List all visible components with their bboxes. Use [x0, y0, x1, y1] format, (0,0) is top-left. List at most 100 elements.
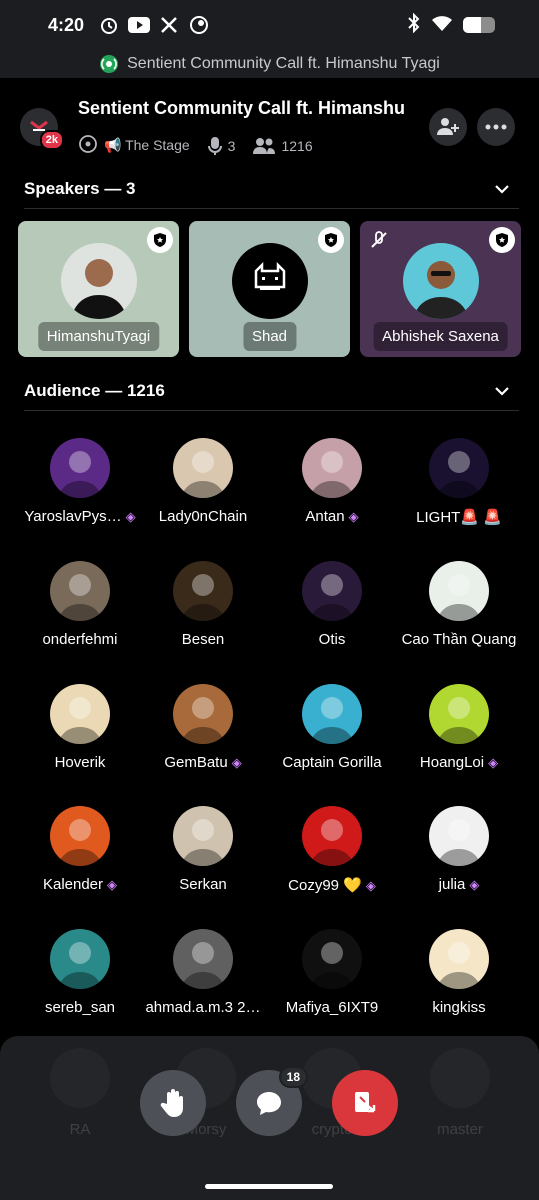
- audience-member[interactable]: Captain Gorilla: [267, 676, 397, 776]
- avatar: [173, 806, 233, 866]
- avatar: [429, 561, 489, 621]
- nitro-gem-icon: ◈: [107, 877, 118, 892]
- speaker-card[interactable]: HimanshuTyagi: [18, 221, 179, 357]
- people-icon: [253, 137, 276, 154]
- audience-name: julia ◈: [394, 876, 524, 893]
- audience-name: Kalender ◈: [15, 876, 145, 893]
- audience-name-text: onderfehmi: [42, 631, 118, 648]
- speakers-section-header[interactable]: Speakers — 3: [24, 169, 519, 209]
- audience-member[interactable]: Hoverik: [15, 676, 145, 776]
- audience-name: Antan ◈: [267, 508, 397, 525]
- audience-name-text: ahmad.a.m.3 2…: [145, 999, 261, 1016]
- audience-name: RA: [69, 1121, 91, 1138]
- audience-member[interactable]: Besen: [138, 553, 268, 653]
- stage-meta: 📢 The Stage 3 1216: [78, 134, 325, 157]
- speakers-title: Speakers — 3: [24, 178, 136, 198]
- avatar: [429, 929, 489, 989]
- audience-member[interactable]: Cozy99 💛 ◈: [267, 798, 397, 898]
- audience-name: Serkan: [138, 876, 268, 893]
- avatar: [429, 438, 489, 498]
- stage-server-avatar[interactable]: 2k: [20, 108, 64, 150]
- avatar: [302, 561, 362, 621]
- audience-name: sereb_san: [15, 999, 145, 1016]
- audience-name-text: julia: [438, 876, 466, 893]
- bottom-controls: RA Morsy crypto master 18: [0, 1036, 539, 1200]
- audience-member[interactable]: Serkan: [138, 798, 268, 898]
- audience-member[interactable]: ahmad.a.m.3 2…: [138, 921, 268, 1021]
- muted-mic-icon: [366, 227, 392, 253]
- speakers-grid: HimanshuTyagi Shad Abhishek Saxena: [18, 221, 521, 357]
- alarm-icon: [98, 14, 120, 36]
- youtube-icon: [128, 14, 151, 36]
- more-options-button[interactable]: [477, 108, 515, 146]
- audience-name-text: Kalender: [42, 876, 104, 893]
- audience-member[interactable]: YaroslavPys… ◈: [15, 430, 145, 530]
- audience-name-text: Antan: [305, 508, 345, 525]
- audience-member[interactable]: onderfehmi: [15, 553, 145, 653]
- avatar: [50, 438, 110, 498]
- nitro-gem-icon: ◈: [125, 509, 136, 524]
- audience-name: LIGHT🚨 🚨: [394, 508, 524, 526]
- avatar: [173, 561, 233, 621]
- audience-name-text: Lady0nChain: [158, 508, 248, 525]
- avatar: [50, 929, 110, 989]
- speaker-name: Shad: [242, 322, 297, 351]
- audience-member[interactable]: Kalender ◈: [15, 798, 145, 898]
- audience-member[interactable]: kingkiss: [394, 921, 524, 1021]
- ongoing-call-text: Sentient Community Call ft. Himanshu Tya…: [127, 55, 440, 72]
- audience-name-text: Cozy99 💛: [288, 877, 362, 894]
- chat-count-badge: 18: [278, 1066, 308, 1088]
- audience-name: Cozy99 💛 ◈: [267, 876, 397, 894]
- avatar: [173, 438, 233, 498]
- stage-header: 2k Sentient Community Call ft. Himanshu …: [0, 88, 539, 168]
- audience-name: onderfehmi: [15, 631, 145, 648]
- audience-member[interactable]: Otis: [267, 553, 397, 653]
- speaker-card[interactable]: Abhishek Saxena: [360, 221, 521, 357]
- steam-icon: [188, 14, 210, 36]
- audience-name: YaroslavPys… ◈: [15, 508, 145, 525]
- raise-hand-button[interactable]: [140, 1070, 206, 1136]
- chat-button[interactable]: 18: [236, 1066, 308, 1136]
- audience-name: Mafiya_6IXT9: [267, 999, 397, 1016]
- audience-member[interactable]: HoangLoi ◈: [394, 676, 524, 776]
- audience-name-text: Hoverik: [54, 754, 106, 771]
- audience-member[interactable]: GemBatu ◈: [138, 676, 268, 776]
- audience-name-text: GemBatu: [164, 754, 228, 771]
- audience-member[interactable]: julia ◈: [394, 798, 524, 898]
- moderator-shield-icon: [318, 227, 344, 253]
- more-icon: [485, 124, 507, 130]
- speaker-card[interactable]: Shad: [189, 221, 350, 357]
- nitro-gem-icon: ◈: [231, 755, 242, 770]
- stage-channel-name[interactable]: 📢 The Stage: [104, 137, 190, 154]
- audience-member[interactable]: Antan ◈: [267, 430, 397, 530]
- avatar: [429, 684, 489, 744]
- wifi-icon: [431, 14, 453, 37]
- audience-member[interactable]: Cao Thần Quang: [394, 553, 524, 653]
- audience-member[interactable]: LIGHT🚨 🚨: [394, 430, 524, 530]
- leave-stage-button[interactable]: [332, 1070, 398, 1136]
- nitro-gem-icon: ◈: [365, 878, 376, 893]
- audience-name: Cao Thần Quang: [394, 631, 524, 648]
- battery-icon: [463, 17, 495, 33]
- home-indicator[interactable]: [205, 1184, 333, 1189]
- audience-name-text: Captain Gorilla: [282, 754, 382, 771]
- avatar: [402, 243, 479, 319]
- avatar: [60, 243, 137, 319]
- avatar: [173, 684, 233, 744]
- avatar: [302, 806, 362, 866]
- audience-name-text: HoangLoi: [419, 754, 485, 771]
- status-bar: 4:20: [0, 0, 539, 50]
- chevron-down-icon: [495, 381, 509, 401]
- invite-button[interactable]: [429, 108, 467, 146]
- audience-name: Otis: [267, 631, 397, 648]
- ongoing-call-banner[interactable]: Sentient Community Call ft. Himanshu Tya…: [0, 50, 539, 78]
- audience-name-text: sereb_san: [44, 999, 116, 1016]
- audience-name-text: YaroslavPys…: [24, 508, 122, 525]
- audience-section-header[interactable]: Audience — 1216: [24, 371, 519, 411]
- audience-member[interactable]: sereb_san: [15, 921, 145, 1021]
- audience-member[interactable]: Lady0nChain: [138, 430, 268, 530]
- nitro-gem-icon: ◈: [488, 755, 499, 770]
- audience-member[interactable]: Mafiya_6IXT9: [267, 921, 397, 1021]
- listener-count: 1216: [281, 137, 313, 154]
- avatar: [429, 806, 489, 866]
